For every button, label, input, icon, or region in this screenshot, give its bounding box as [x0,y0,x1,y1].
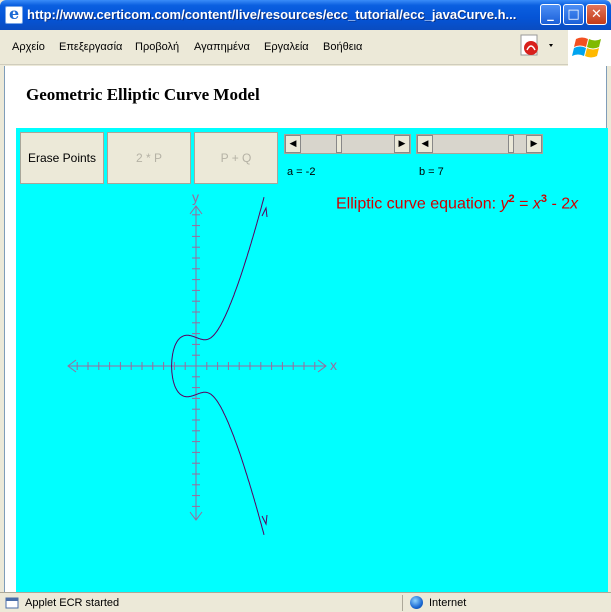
maximize-button[interactable]: □ [563,4,584,25]
globe-icon [410,596,423,609]
page-heading: Geometric Elliptic Curve Model [26,85,260,104]
menu-edit[interactable]: Επεξεργασία [59,41,122,53]
menu-help[interactable]: Βοήθεια [323,41,362,53]
pdf-toolbar-icon[interactable] [515,32,561,60]
close-button[interactable]: ✕ [586,4,607,25]
status-bar: Applet ECR started Internet [0,592,611,612]
status-text: Applet ECR started [25,597,120,609]
internet-explorer-icon [5,4,23,24]
menu-favorites[interactable]: Αγαπημένα [194,41,250,53]
menu-file[interactable]: Αρχείο [12,41,45,53]
menu-tools[interactable]: Εργαλεία [264,41,309,53]
curve-top-arrow-icon [261,206,268,218]
window-title: http://www.certicom.com/content/live/res… [27,7,517,22]
applet-status-icon [5,597,19,609]
elliptic-curve-applet[interactable]: Erase Points 2 * P P + Q ◀ ▶ a = -2 ◀ ▶ … [16,128,608,592]
security-zone: Internet [429,597,467,609]
minimize-button[interactable]: _ [540,4,561,25]
curve-bottom-arrow-icon [261,514,268,526]
status-divider [402,595,403,611]
browser-content: Geometric Elliptic Curve Model Erase Poi… [4,66,608,592]
y-axis-label: y [192,189,199,205]
title-bar: http://www.certicom.com/content/live/res… [0,0,611,30]
menu-view[interactable]: Προβολή [135,41,179,53]
curve-plot[interactable]: x y [16,128,608,592]
x-axis-label: x [330,357,337,373]
windows-logo-icon [568,30,611,66]
